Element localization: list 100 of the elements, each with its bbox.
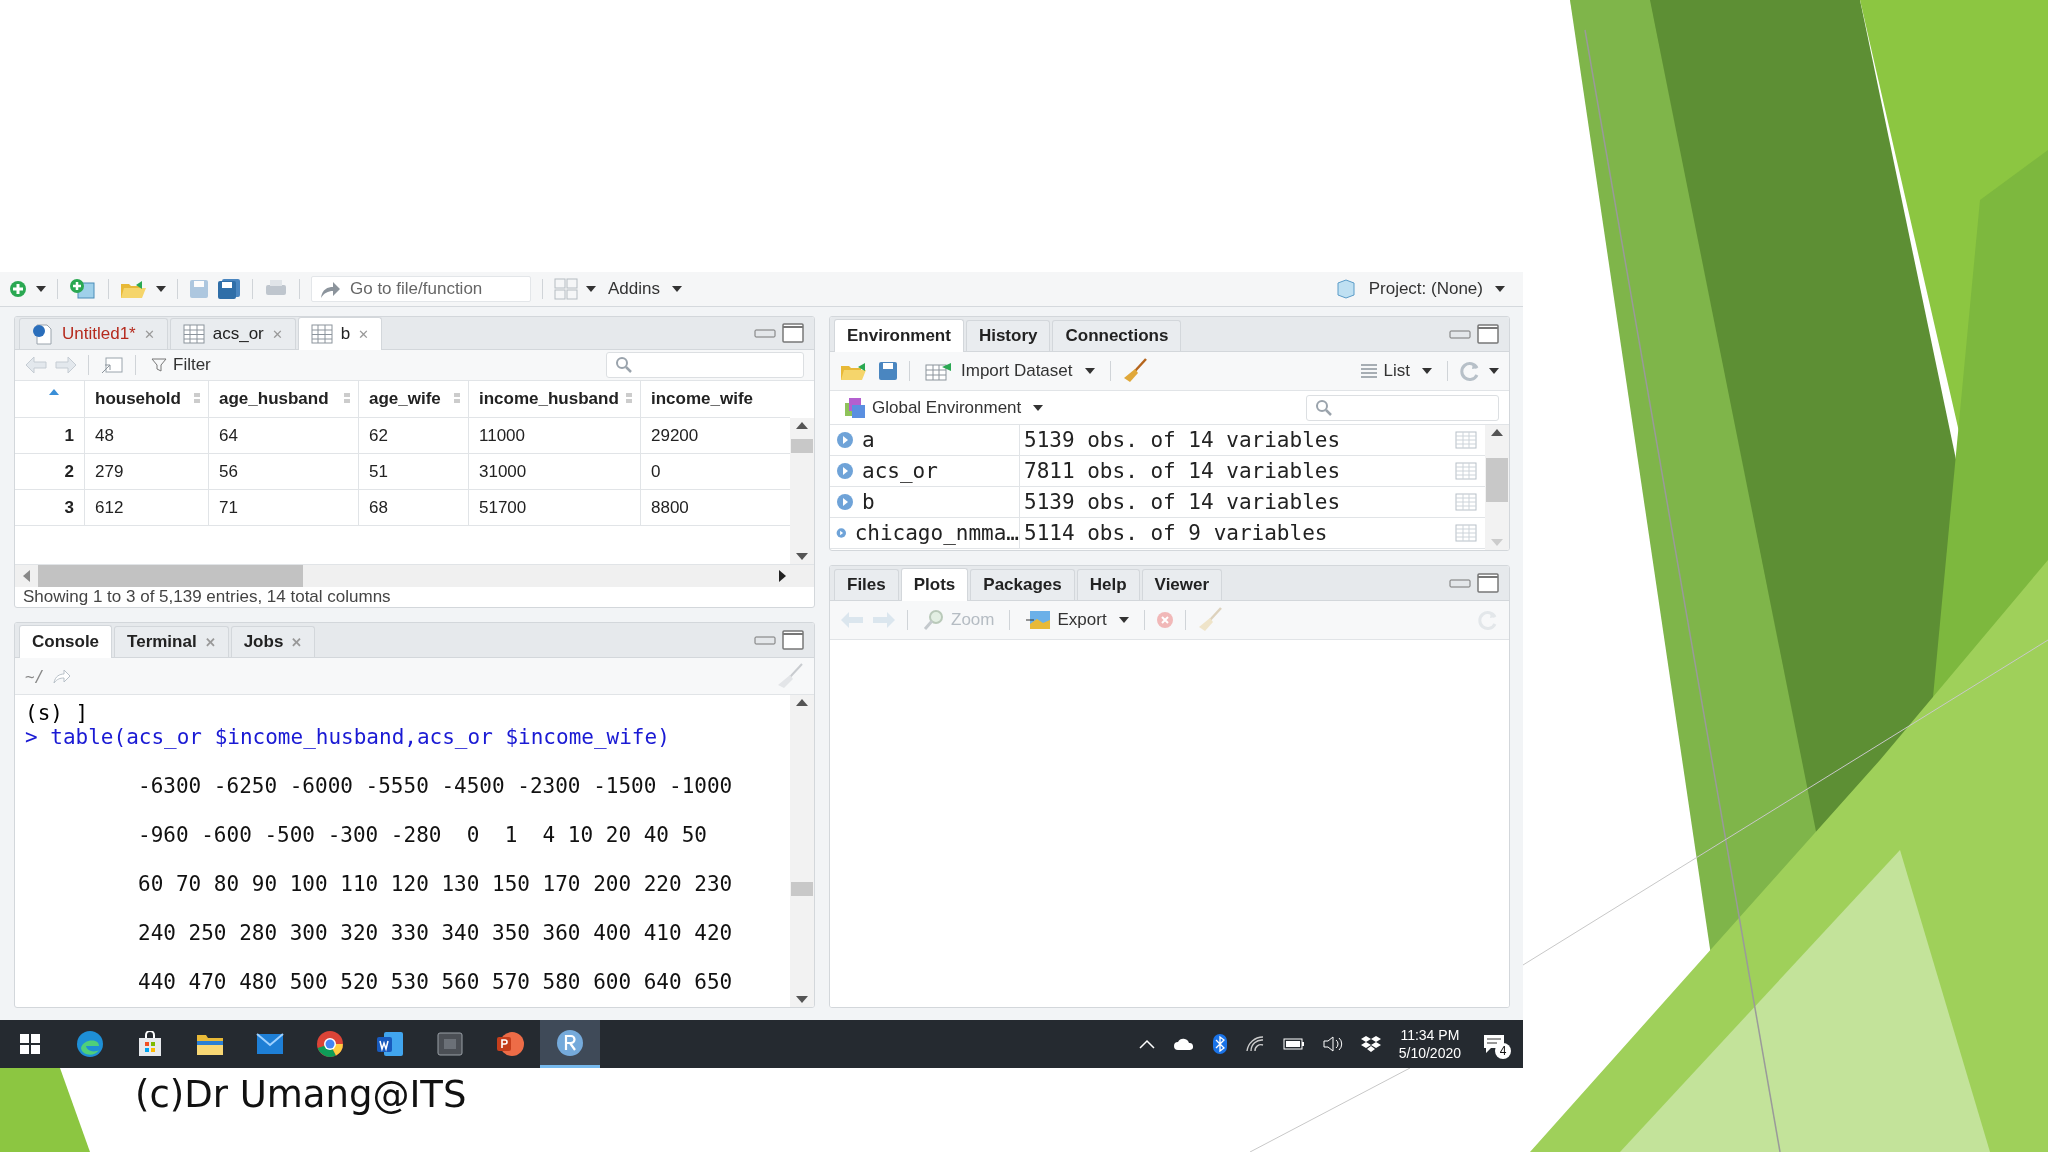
expand-icon[interactable] [836, 462, 854, 480]
table-icon[interactable] [1455, 524, 1477, 542]
export-button[interactable]: Export [1021, 608, 1133, 632]
search-icon [615, 356, 633, 374]
console-line: 440 470 480 500 520 530 560 570 580 600 640 650 [137, 970, 734, 994]
open-folder-icon[interactable] [120, 279, 148, 299]
browser-icon [316, 1030, 344, 1058]
chevron-up-icon[interactable] [1138, 1039, 1155, 1049]
minimize-icon[interactable] [754, 328, 776, 338]
column-header[interactable]: income_husband [469, 381, 641, 417]
table-icon [182, 324, 205, 344]
caret-icon[interactable] [1489, 368, 1499, 374]
table-icon[interactable] [1455, 431, 1477, 449]
row-number: 3 [15, 490, 85, 525]
column-header[interactable]: age_husband [209, 381, 359, 417]
console-tab[interactable]: Jobs ✕ [230, 626, 316, 657]
variable-value: 5114 obs. of 9 variables [1023, 521, 1329, 545]
pane-tab[interactable]: Environment [834, 319, 964, 352]
caret-icon[interactable] [586, 286, 596, 292]
volume-icon[interactable] [1322, 1036, 1343, 1052]
table-cell: 51700 [469, 490, 641, 525]
vertical-scrollbar[interactable] [790, 418, 814, 564]
editor-tab[interactable]: acs_or ✕ [169, 318, 296, 349]
save-all-icon[interactable] [217, 278, 241, 300]
pane-tab[interactable]: Plots [900, 568, 969, 601]
table-icon[interactable] [1455, 493, 1477, 511]
table-cell: 56 [209, 454, 359, 489]
arrow-icon[interactable] [52, 668, 73, 684]
remove-icon[interactable] [1155, 611, 1174, 629]
mail-icon [256, 1033, 284, 1055]
console-tab[interactable]: Console [19, 625, 113, 658]
notification-button[interactable]: 4 [1479, 1029, 1509, 1059]
battery-icon[interactable] [1282, 1038, 1305, 1050]
table-cell-text: 8800 [650, 496, 690, 519]
maximize-icon[interactable] [782, 630, 804, 650]
go-to-field[interactable]: Go to file/function [311, 276, 531, 302]
pane-tab[interactable]: History [965, 320, 1051, 351]
pane-tab[interactable]: Files [834, 569, 899, 600]
status-text: Showing 1 to 3 of 5,139 entries, 14 total columns [22, 587, 392, 607]
search-field[interactable] [1306, 394, 1499, 421]
variable-value: 5139 obs. of 14 variables [1023, 428, 1342, 452]
search-field[interactable] [606, 352, 804, 378]
save-icon[interactable] [878, 361, 898, 381]
vertical-scrollbar[interactable] [1485, 425, 1509, 550]
pane-tab[interactable]: Viewer [1141, 569, 1223, 600]
caret-icon[interactable] [36, 286, 46, 292]
editor-tab[interactable]: Untitled1* ✕ [19, 318, 168, 349]
maximize-icon[interactable] [782, 323, 804, 343]
view-mode-menu[interactable]: List [1355, 359, 1436, 383]
minimize-icon[interactable] [1449, 329, 1471, 339]
forward-arrow-icon[interactable] [55, 356, 77, 374]
table-icon [310, 324, 333, 344]
refresh-icon[interactable] [1459, 360, 1481, 382]
vertical-scrollbar[interactable] [790, 695, 814, 1007]
column-header[interactable]: income_wife [641, 381, 790, 417]
console-tab[interactable]: Terminal ✕ [114, 626, 229, 657]
column-header[interactable]: age_wife [359, 381, 469, 417]
minimize-icon[interactable] [1449, 578, 1471, 588]
popout-icon[interactable] [100, 355, 124, 375]
document-app-icon [376, 1031, 404, 1057]
filter-button[interactable]: Filter [147, 353, 215, 377]
image-icon [1025, 610, 1052, 630]
arrow-icon [319, 281, 341, 299]
presentation-app-icon [496, 1030, 524, 1058]
expand-icon[interactable] [836, 493, 854, 511]
environment-menu[interactable]: Global Environment [840, 394, 1048, 421]
column-header[interactable]: household [85, 381, 209, 417]
maximize-icon[interactable] [1477, 573, 1499, 593]
browser-icon [76, 1030, 104, 1058]
maximize-icon[interactable] [1477, 324, 1499, 344]
variable-name: chicago_nmma… [854, 521, 1019, 545]
dropbox-icon[interactable] [1360, 1035, 1381, 1053]
pane-tab[interactable]: Help [1076, 569, 1140, 600]
new-file-icon[interactable] [8, 279, 28, 299]
table-cell: 68 [359, 490, 469, 525]
addins-menu[interactable]: Addins [604, 277, 686, 301]
table-cell: 612 [85, 490, 209, 525]
taskbar-app[interactable] [540, 1020, 600, 1068]
save-icon[interactable] [189, 279, 209, 299]
import-dataset-button[interactable]: Import Dataset [921, 359, 1099, 383]
horizontal-scrollbar[interactable] [15, 565, 814, 587]
editor-tab[interactable]: b ✕ [297, 317, 383, 350]
wifi-icon[interactable] [1244, 1035, 1265, 1053]
table-cell-text: 29200 [650, 424, 700, 447]
project-menu[interactable]: Project: (None) [1364, 277, 1509, 301]
table-cell: 11000 [469, 418, 641, 453]
expand-icon[interactable] [836, 431, 854, 449]
table-icon[interactable] [1455, 462, 1477, 480]
pane-tab[interactable]: Connections [1052, 320, 1182, 351]
table-cell: 31000 [469, 454, 641, 489]
grid-icon[interactable] [554, 278, 578, 300]
pane-tab[interactable]: Packages [970, 569, 1075, 600]
clock[interactable]: 11:34 PM 5/10/2020 [1398, 1026, 1461, 1062]
back-arrow-icon[interactable] [25, 356, 47, 374]
caret-icon[interactable] [156, 286, 166, 292]
variable-value: 7811 obs. of 14 variables [1023, 459, 1342, 483]
new-project-icon[interactable] [69, 278, 97, 300]
cloud-icon[interactable] [1172, 1037, 1195, 1051]
bluetooth-icon[interactable] [1212, 1034, 1227, 1054]
minimize-icon[interactable] [754, 635, 776, 645]
